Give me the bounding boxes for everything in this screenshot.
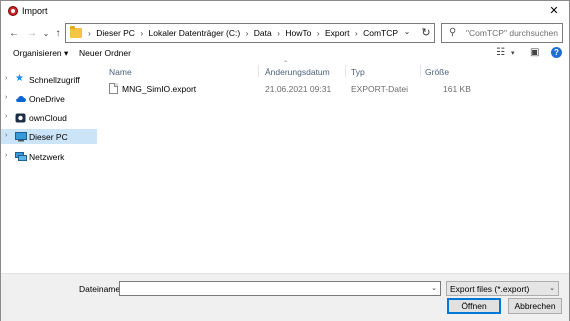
column-header-type[interactable]: Typ (351, 67, 365, 77)
expand-arrow-icon[interactable]: › (5, 75, 7, 82)
chevron-down-icon[interactable]: ⌄ (431, 284, 437, 292)
column-divider[interactable] (345, 65, 346, 77)
breadcrumb-item[interactable]: Data (254, 28, 272, 38)
file-name[interactable]: MNG_SimIO.export (122, 84, 196, 94)
nav-item-network[interactable]: › Netzwerk (1, 149, 97, 164)
sort-indicator-icon: ⌃ (283, 61, 289, 67)
breadcrumb: › Dieser PC › Lokaler Datenträger (C:) ›… (88, 28, 401, 38)
cancel-button[interactable]: Abbrechen (508, 298, 562, 314)
breadcrumb-separator: › (277, 28, 280, 38)
search-input[interactable]: "ComTCP" durchsuchen (466, 28, 558, 38)
nav-item-label: ownCloud (29, 113, 67, 123)
forward-arrow-icon[interactable]: → (25, 27, 39, 41)
open-button[interactable]: Öffnen (447, 298, 501, 314)
new-folder-button[interactable]: Neuer Ordner (79, 48, 131, 58)
column-header-date[interactable]: Änderungsdatum (265, 67, 330, 77)
app-icon (8, 6, 18, 16)
breadcrumb-item[interactable]: Dieser PC (96, 28, 135, 38)
column-divider[interactable] (420, 65, 421, 77)
nav-item-onedrive[interactable]: › OneDrive (1, 91, 97, 106)
chevron-down-icon[interactable]: ⌄ (549, 284, 555, 292)
expand-arrow-icon[interactable]: › (5, 113, 7, 120)
network-icon (15, 152, 27, 161)
window-title: Import (22, 6, 48, 16)
view-dropdown-icon[interactable]: ▾ (511, 49, 515, 57)
file-icon (109, 83, 118, 94)
owncloud-icon (15, 113, 26, 123)
file-size: 161 KB (443, 84, 471, 94)
breadcrumb-separator: › (316, 28, 320, 38)
file-type: EXPORT-Datei (351, 84, 409, 94)
filename-field[interactable]: ⌄ (119, 281, 441, 296)
nav-item-label: Dieser PC (29, 132, 68, 142)
organize-button[interactable]: Organisieren ▾ (13, 48, 68, 59)
up-arrow-icon[interactable]: ↑ (51, 27, 65, 41)
computer-icon (15, 132, 27, 142)
nav-item-quick-access[interactable]: › ★ Schnellzugriff (1, 72, 97, 87)
title-bar: Import ✕ (1, 1, 569, 23)
file-date: 21.06.2021 09:31 (265, 84, 332, 94)
expand-arrow-icon[interactable]: › (5, 152, 7, 159)
bottom-panel: Dateiname: ⌄ Export files (*.export) ⌄ Ö… (1, 273, 569, 321)
table-row[interactable]: MNG_SimIO.export 21.06.2021 09:31 EXPORT… (105, 81, 475, 97)
breadcrumb-separator: › (140, 28, 144, 38)
filetype-value: Export files (*.export) (450, 284, 530, 294)
breadcrumb-item[interactable]: Lokaler Datenträger (C:) (149, 28, 241, 38)
nav-item-owncloud[interactable]: › ownCloud (1, 110, 97, 125)
back-arrow-icon[interactable]: ← (7, 27, 21, 41)
expand-arrow-icon[interactable]: › (5, 132, 7, 139)
help-icon[interactable]: ? (551, 47, 562, 58)
address-bar[interactable]: › Dieser PC › Lokaler Datenträger (C:) ›… (65, 23, 435, 43)
import-dialog: Import ✕ ← → ⌄ ↑ › Dieser PC › Lokaler D… (0, 0, 570, 321)
column-header-name[interactable]: Name (109, 67, 132, 77)
column-divider[interactable] (258, 65, 259, 77)
breadcrumb-item[interactable]: Export (325, 28, 350, 38)
breadcrumb-item[interactable]: ComTCP (363, 28, 398, 38)
folder-icon (70, 26, 82, 38)
nav-item-label: OneDrive (29, 94, 65, 104)
star-icon: ★ (15, 73, 24, 84)
nav-item-label: Netzwerk (29, 152, 65, 162)
view-options-icon[interactable]: ☷ (496, 47, 505, 58)
nav-item-label: Schnellzugriff (29, 75, 80, 85)
breadcrumb-separator: › (88, 28, 91, 38)
expand-arrow-icon[interactable]: › (5, 94, 7, 101)
navigation-pane: › ★ Schnellzugriff › OneDrive › ownCloud… (1, 63, 97, 273)
address-dropdown-icon[interactable]: ⌄ (401, 27, 413, 39)
search-box[interactable]: ⚲ "ComTCP" durchsuchen (441, 23, 563, 43)
refresh-icon[interactable]: ↻ (418, 24, 434, 42)
close-button[interactable]: ✕ (543, 3, 565, 19)
nav-item-this-pc[interactable]: › Dieser PC (1, 129, 97, 144)
cloud-icon (15, 94, 26, 103)
column-header-row: ⌃ Name Änderungsdatum Typ Größe (105, 61, 455, 79)
breadcrumb-separator: › (245, 28, 249, 38)
filetype-select[interactable]: Export files (*.export) ⌄ (446, 281, 559, 296)
search-icon: ⚲ (449, 27, 457, 38)
column-header-size[interactable]: Größe (425, 67, 449, 77)
filename-label: Dateiname: (79, 284, 123, 294)
breadcrumb-item[interactable]: HowTo (285, 28, 311, 38)
breadcrumb-separator: › (354, 28, 358, 38)
preview-pane-icon[interactable]: ▣ (530, 47, 539, 58)
